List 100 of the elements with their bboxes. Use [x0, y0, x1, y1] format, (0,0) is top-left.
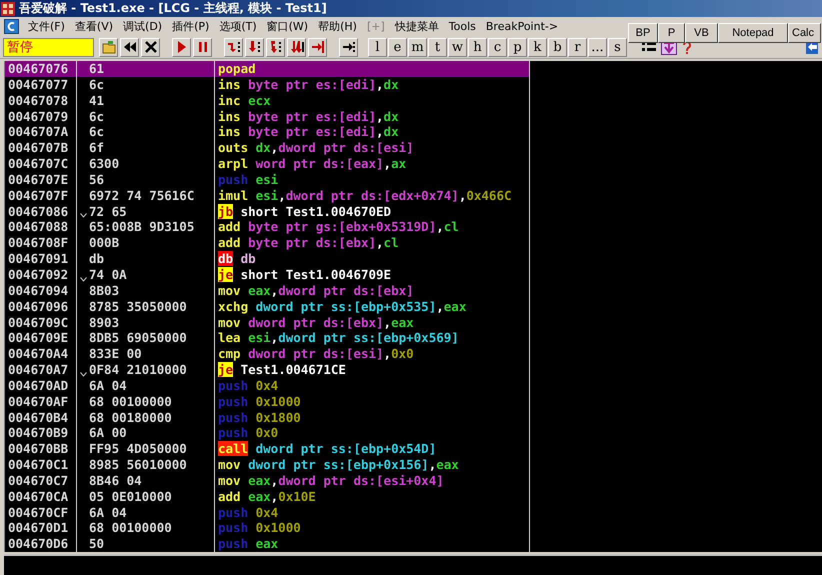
quick-button[interactable]: P [658, 23, 685, 43]
instruction-cell: call dword ptr ss:[ebp+0x54D] [215, 441, 530, 458]
trace-over-icon [290, 40, 304, 54]
window-button[interactable]: m [408, 38, 427, 56]
instruction-cell: mov dword ptr ds:[ebx],eax [215, 314, 530, 330]
hex-cell: 8785 35050000 [89, 298, 215, 314]
window-button[interactable]: h [468, 38, 487, 56]
menu-item[interactable]: 窗口(W) [262, 19, 312, 34]
quick-button[interactable]: VB [685, 23, 718, 43]
window-button[interactable]: e [388, 38, 407, 56]
instruction-cell: push 0x1000 [215, 394, 530, 410]
quick-button[interactable]: Notepad [718, 23, 788, 43]
window-button[interactable]: r [568, 38, 587, 56]
code-row[interactable]: 004670D6 50 push eax [5, 536, 530, 552]
window-button[interactable]: l [368, 38, 387, 56]
hex-cell: 6A 04 [89, 504, 215, 520]
code-row[interactable]: 00467078 41 inc ecx [5, 92, 530, 109]
window-button[interactable]: c [488, 38, 507, 56]
play-button[interactable] [172, 38, 191, 56]
hex-cell: 6c [89, 124, 215, 140]
menu-item[interactable]: 调试(D) [119, 19, 166, 34]
code-row[interactable]: 00467077 6c ins byte ptr es:[edi],dx [5, 76, 530, 93]
code-row[interactable]: 004670D1 68 00100000 push 0x1000 [5, 520, 530, 536]
address-cell: 00467094 [5, 282, 77, 299]
code-row[interactable]: 00467088 65:008B 9D3105 add byte ptr gs:[ebx+0x5319D],cl [5, 219, 530, 236]
hex-cell: 8985 56010000 [89, 457, 215, 473]
menu-item[interactable]: 文件(F) [24, 19, 69, 34]
hex-cell: 000B [89, 235, 215, 252]
step-in-button[interactable] [224, 38, 243, 56]
hex-cell: 74 0A [89, 266, 215, 283]
window-button[interactable]: t [428, 38, 447, 56]
code-row[interactable]: 00467091 db db db [5, 251, 530, 267]
address-cell: 0046707B [5, 140, 77, 156]
window-button[interactable]: s [608, 38, 627, 56]
rewind-icon [122, 40, 136, 54]
code-row[interactable]: 0046707E 56 push esi [5, 172, 530, 188]
code-row[interactable]: 004670C7 8B46 04 mov eax,dword ptr ds:[esi+0x4] [5, 472, 530, 489]
window-button[interactable]: b [548, 38, 567, 56]
window-button[interactable]: k [528, 38, 547, 56]
window-button[interactable]: ... [588, 38, 607, 56]
code-row[interactable]: 004670BB FF95 4D050000 call dword ptr ss:[ebp+0x54D] [5, 441, 530, 458]
code-row[interactable]: 0046709C 8903 mov dword ptr ds:[ebx],eax [5, 314, 530, 330]
code-row[interactable]: 004670A7 0F84 21010000 je Test1.004671CE [5, 362, 530, 378]
trace-in-button[interactable] [266, 38, 285, 56]
step-over-button[interactable] [245, 38, 264, 56]
code-row[interactable]: 00467086 72 65 jb short Test1.004670ED [5, 204, 530, 220]
code-row[interactable]: 00467094 8B03 mov eax,dword ptr ds:[ebx] [5, 282, 530, 299]
code-row[interactable]: 00467092 74 0A je short Test1.0046709E [5, 266, 530, 283]
code-row[interactable]: 0046707A 6c ins byte ptr es:[edi],dx [5, 124, 530, 140]
code-row[interactable]: 004670CF 6A 04 push 0x4 [5, 504, 530, 520]
folder-button[interactable] [99, 38, 118, 56]
close-button[interactable] [141, 38, 160, 56]
rewind-button[interactable] [120, 38, 139, 56]
menu-item[interactable]: Tools [444, 20, 480, 33]
hex-cell: 68 00180000 [89, 410, 215, 426]
cpu-icon[interactable] [4, 19, 19, 34]
code-row[interactable]: 004670AD 6A 04 push 0x4 [5, 378, 530, 394]
code-row[interactable]: 0046707B 6f outs dx,dword ptr ds:[esi] [5, 140, 530, 156]
address-cell: 00467091 [5, 251, 77, 267]
pause-button[interactable] [193, 38, 212, 56]
code-row[interactable]: 004670B4 68 00180000 push 0x1800 [5, 410, 530, 426]
code-row[interactable]: 00467096 8785 35050000 xchg dword ptr ss:[ebp+0x535],eax [5, 298, 530, 314]
address-cell: 004670CF [5, 504, 77, 520]
hex-cell: 72 65 [89, 204, 215, 220]
quick-button[interactable]: Calc [788, 23, 821, 43]
instruction-cell: push esi [215, 172, 530, 188]
hex-cell: 6f [89, 140, 215, 156]
code-row[interactable]: 0046709E 8DB5 69050000 lea esi,dword ptr ss:[ebp+0x569] [5, 330, 530, 346]
menu-item[interactable]: 选项(T) [215, 19, 261, 34]
window-button[interactable]: w [448, 38, 467, 56]
menu-item[interactable]: BreakPoint-> [482, 20, 562, 33]
menu-item[interactable]: 查看(V) [70, 19, 118, 34]
code-row[interactable]: 00467079 6c ins byte ptr es:[edi],dx [5, 108, 530, 124]
status-field: 暂停 [3, 38, 94, 56]
address-cell: 00467077 [5, 76, 77, 93]
code-row[interactable]: 004670AF 68 00100000 push 0x1000 [5, 394, 530, 410]
till-return-button[interactable] [308, 38, 327, 56]
menu-item[interactable]: 快捷菜单 [390, 19, 443, 34]
menu-item[interactable]: 插件(P) [168, 19, 214, 34]
quick-button[interactable]: BP [628, 23, 658, 43]
window-button[interactable]: p [508, 38, 527, 56]
address-cell: 004670AF [5, 394, 77, 410]
instruction-cell: popad [215, 61, 530, 77]
address-cell: 004670C7 [5, 472, 77, 489]
code-row[interactable]: 00467076 61 popad [5, 61, 530, 77]
code-row[interactable]: 0046707C 6300 arpl word ptr ds:[eax],ax [5, 156, 530, 172]
code-row[interactable]: 004670C1 8985 56010000 mov dword ptr ss:[ebp+0x156],eax [5, 457, 530, 473]
address-cell: 00467088 [5, 219, 77, 236]
goto-button[interactable] [339, 38, 358, 56]
menu-item[interactable]: 帮助(H) [314, 19, 361, 34]
trace-over-button[interactable] [287, 38, 306, 56]
hex-cell: 6A 04 [89, 378, 215, 394]
hex-cell: 833E 00 [89, 346, 215, 362]
hex-cell: 8903 [89, 314, 215, 330]
address-cell: 00467096 [5, 298, 77, 314]
address-cell: 004670BB [5, 441, 77, 458]
instruction-cell: add eax,0x10E [215, 488, 530, 505]
instruction-cell: db db [215, 251, 530, 267]
code-row[interactable]: 004670CA 05 0E010000 add eax,0x10E [5, 488, 530, 505]
address-cell: 00467079 [5, 108, 77, 124]
